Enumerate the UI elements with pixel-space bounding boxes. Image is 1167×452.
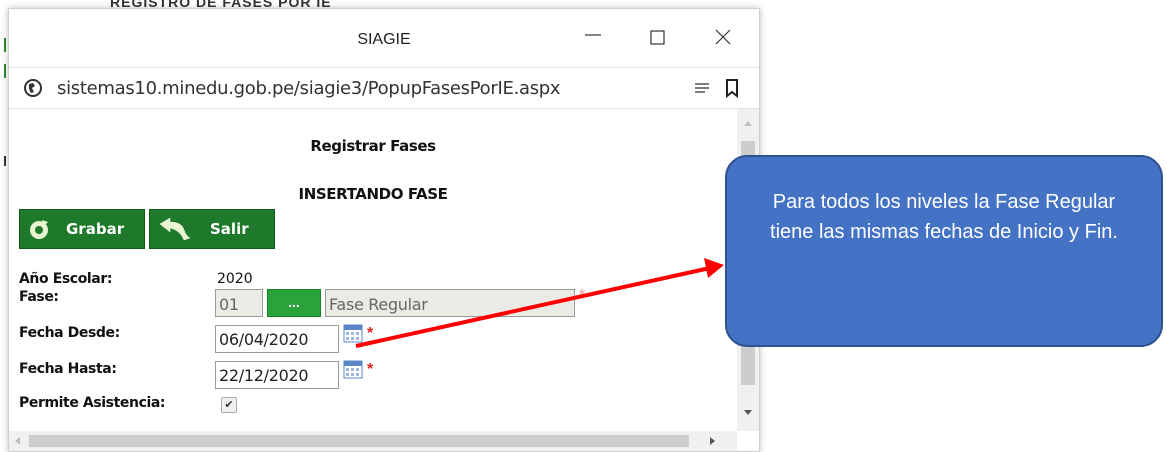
annotation-callout: Para todos los niveles la Fase Regular t… xyxy=(725,155,1163,347)
callout-text: Para todos los niveles la Fase Regular t… xyxy=(770,191,1118,243)
